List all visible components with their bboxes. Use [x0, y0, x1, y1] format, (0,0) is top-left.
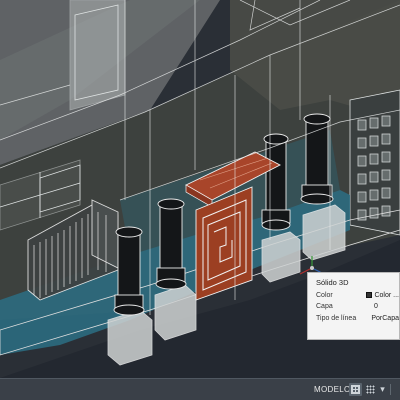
tooltip-value: Color ...: [374, 291, 399, 299]
properties-tooltip: Sólido 3D Color Color ... Capa 0 Tipo de…: [307, 272, 400, 340]
tooltip-row-linetype: Tipo de línea PorCapa: [316, 313, 399, 325]
tooltip-row-layer: Capa 0: [316, 301, 399, 313]
tooltip-label: Color: [316, 291, 333, 299]
tooltip-title: Sólido 3D: [316, 278, 349, 287]
tooltip-value: 0: [374, 303, 378, 310]
separator: [390, 384, 391, 395]
snap-icon[interactable]: [364, 383, 377, 396]
color-swatch-icon: [366, 292, 373, 299]
status-bar: MODELO ▾: [0, 378, 400, 400]
dropdown-icon[interactable]: ▾: [378, 383, 387, 396]
tooltip-label: Tipo de línea: [316, 314, 357, 322]
grid-icon[interactable]: [349, 383, 362, 396]
tooltip-row-color: Color Color ...: [316, 290, 399, 302]
tooltip-value: PorCapa: [371, 314, 399, 322]
model-space-button[interactable]: MODELO: [311, 382, 353, 397]
drawing-viewport[interactable]: Sólido 3D Color Color ... Capa 0 Tipo de…: [0, 0, 400, 378]
tooltip-label: Capa: [316, 303, 333, 310]
